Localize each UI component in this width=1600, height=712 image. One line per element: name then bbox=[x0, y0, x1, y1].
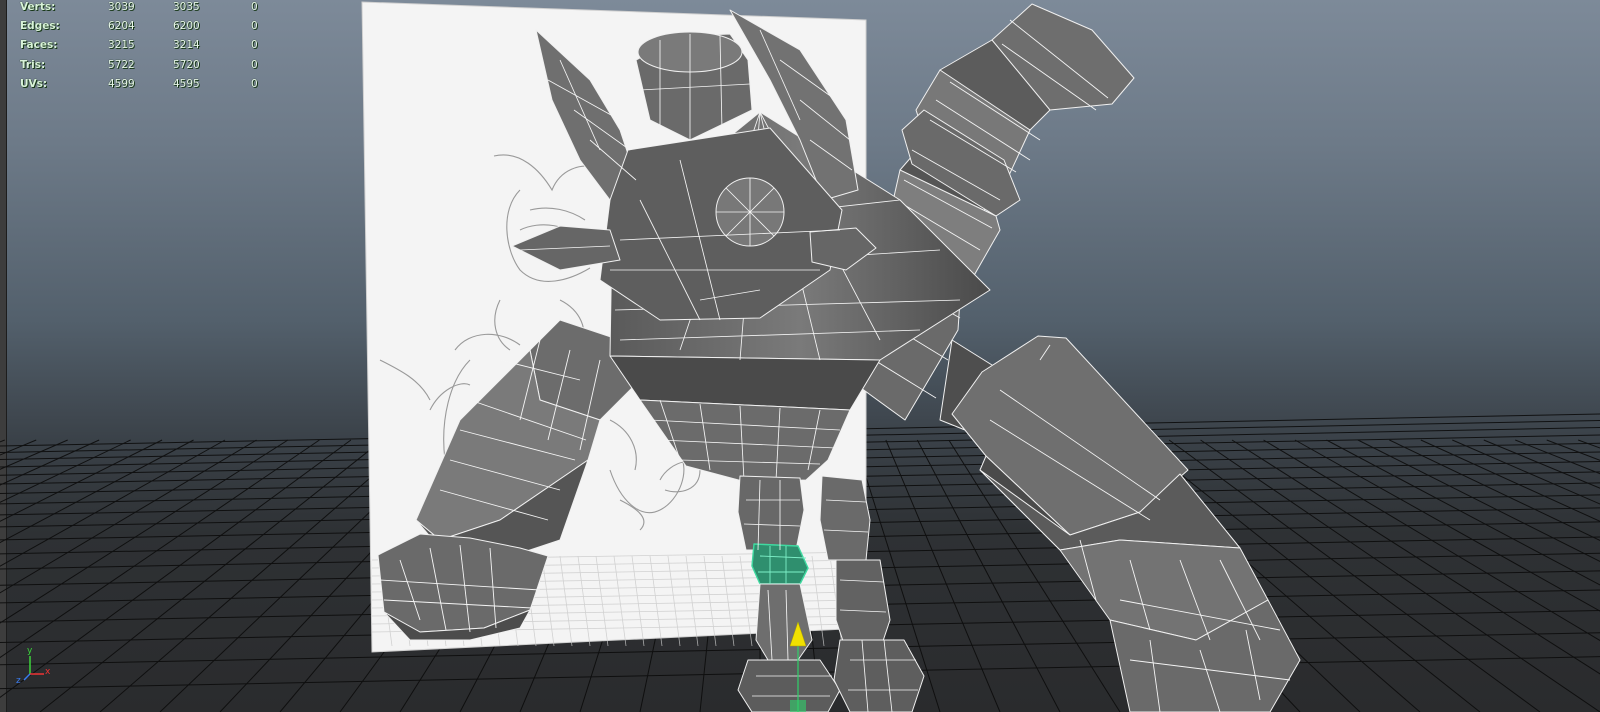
hud-value-object: 6204 bbox=[108, 20, 135, 33]
hud-value-selection: 4595 bbox=[173, 77, 200, 90]
hud-label: Tris: bbox=[20, 58, 46, 71]
hud-label: Verts: bbox=[20, 1, 56, 13]
hud-value-selected: 0 bbox=[251, 77, 258, 90]
hud-value-selected: 0 bbox=[251, 1, 258, 13]
hud-label: Faces: bbox=[20, 39, 58, 52]
hud-value-selection: 3035 bbox=[173, 1, 200, 13]
hud-value-object: 5722 bbox=[108, 58, 135, 71]
axis-z-label: z bbox=[16, 676, 21, 686]
hud-value-object: 4599 bbox=[108, 77, 135, 90]
hud-value-selected: 0 bbox=[251, 39, 258, 52]
hud-value-object: 3215 bbox=[108, 39, 135, 52]
axis-y-label: y bbox=[27, 646, 33, 656]
hud-value-selection: 5720 bbox=[173, 58, 200, 71]
cannon-arm-mesh[interactable] bbox=[849, 3, 1301, 712]
hud-value-selection: 6200 bbox=[173, 20, 200, 33]
scene-canvas[interactable] bbox=[0, 0, 1600, 712]
3d-viewport[interactable]: Verts: 3039 3035 0 Edges: 6204 6200 0 Fa… bbox=[0, 0, 1600, 712]
hud-value-object: 3039 bbox=[108, 1, 135, 13]
hud-value-selected: 0 bbox=[251, 20, 258, 33]
hud-label: UVs: bbox=[20, 77, 48, 90]
hud-value-selection: 3214 bbox=[173, 39, 200, 52]
hud-label: Edges: bbox=[20, 20, 60, 33]
view-axis-triad-icon: y x z bbox=[14, 646, 54, 688]
axis-x-label: x bbox=[45, 667, 51, 677]
hud-value-selected: 0 bbox=[251, 58, 258, 71]
